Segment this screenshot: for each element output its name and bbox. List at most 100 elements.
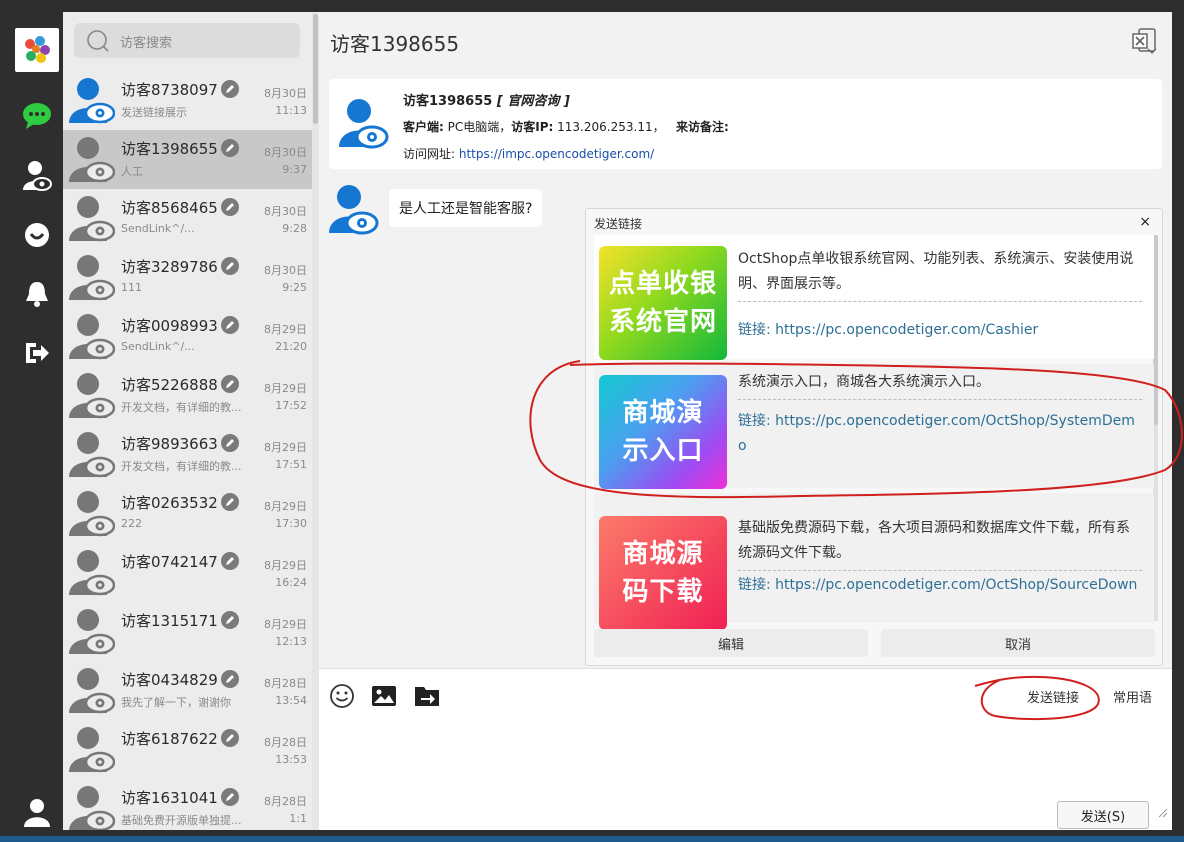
list-item[interactable]: 访客1631041 基础免费开源版单独提... 8月28日 1:1 [63,779,312,830]
thumbnail-line: 点单收银 [608,269,717,299]
edit-icon[interactable] [221,434,239,452]
conversation-preview: 我先了解一下，谢谢你 [121,696,231,709]
link-url-value[interactable]: https://pc.opencodetiger.com/OctShop/Sys… [738,413,1135,454]
link-url-value[interactable]: https://pc.opencodetiger.com/Cashier [775,322,1038,338]
list-item[interactable]: 访客1398655 人工 8月30日 9:37 [63,130,312,189]
conversation-time: 21:20 [275,340,307,353]
link-url[interactable]: 链接: https://pc.opencodetiger.com/OctShop… [738,409,1142,459]
client-label: 客户端: [403,120,444,134]
list-item[interactable]: 访客8568465 SendLink^/... 8月30日 9:28 [63,189,312,248]
edit-icon[interactable] [221,257,239,275]
conversation-name: 访客8568465 [121,199,218,217]
edit-icon[interactable] [221,80,239,98]
visitor-avatar [69,490,116,538]
common-phrases-button[interactable]: 常用语 [1113,687,1152,706]
conversation-preview: 基础免费开源版单独提... [121,814,242,827]
bell-icon[interactable] [19,276,55,312]
link-url-value[interactable]: https://pc.opencodetiger.com/OctShop/Sou… [775,577,1137,593]
visitor-name: 访客1398655 [403,94,493,109]
remark-label: 来访备注: [676,120,729,134]
list-item[interactable]: 访客0098993 SendLink^/... 8月29日 21:20 [63,307,312,366]
conversation-time: 17:30 [275,517,307,530]
visitor-info-card: 访客1398655 [ 官网咨询 ] 客户端: PC电脑端，访客IP: 113.… [329,79,1162,169]
list-item[interactable]: 访客8738097 发送链接展示 8月30日 11:13 [63,71,312,130]
cancel-button[interactable]: 取消 [881,629,1155,657]
list-item[interactable]: 访客1315171 8月29日 12:13 [63,602,312,661]
thumbnail-line: 示入口 [622,436,704,466]
visitor-avatar [69,726,116,774]
list-scrollbar[interactable] [312,12,319,830]
user-icon[interactable] [19,794,55,830]
send-link-button[interactable]: 发送链接 [1027,687,1079,706]
visitor-icon[interactable] [19,158,55,194]
conversation-date: 8月29日 [264,382,307,395]
chat-panel: 访客1398655 访客1398655 [ 官网咨询 ] 客户端: PC电脑端，… [319,12,1172,830]
conversation-time: 9:25 [282,281,307,294]
conversation-preview: SendLink^/... [121,222,195,235]
search-box[interactable]: 访客搜索 [74,23,300,58]
edit-icon[interactable] [221,375,239,393]
popup-title: 发送链接 [594,217,643,231]
link-description: OctShop点单收银系统官网、功能列表、系统演示、安装使用说明、界面展示等。 [738,247,1142,302]
file-send-icon[interactable] [414,683,440,709]
conversation-time: 13:53 [275,753,307,766]
link-url[interactable]: 链接: https://pc.opencodetiger.com/OctShop… [738,573,1142,598]
edit-icon[interactable] [221,493,239,511]
link-item[interactable]: 点单收银 系统官网 OctShop点单收银系统官网、功能列表、系统演示、安装使用说… [594,235,1154,360]
conversation-date: 8月29日 [264,618,307,631]
link-description: 基础版免费源码下载，各大项目源码和数据库文件下载，所有系统源码文件下载。 [738,516,1142,571]
conversation-date: 8月30日 [264,146,307,159]
conversation-time: 17:52 [275,399,307,412]
edit-icon[interactable] [221,552,239,570]
send-link-popup: 发送链接 × 点单收银 系统官网 OctShop点单收银系统官网、功能列表、系统演… [585,208,1163,666]
list-item[interactable]: 访客6187622 8月28日 13:53 [63,720,312,779]
edit-icon[interactable] [221,788,239,806]
list-item[interactable]: 访客5226888 开发文档，有详细的教... 8月29日 17:52 [63,366,312,425]
visitor-url-link[interactable]: https://impc.opencodetiger.com/ [459,147,654,161]
visitor-avatar [69,372,116,420]
link-thumbnail: 商城源 码下载 [599,516,727,630]
list-item[interactable]: 访客0434829 我先了解一下，谢谢你 8月28日 13:54 [63,661,312,720]
emoji-icon[interactable] [329,683,355,709]
chat-icon[interactable] [19,98,55,134]
visitor-avatar [339,97,389,151]
edit-icon[interactable] [221,316,239,334]
list-item[interactable]: 访客9893663 开发文档，有详细的教... 8月29日 17:51 [63,425,312,484]
taskbar-strip [0,836,1184,842]
composer[interactable]: 发送链接 常用语 发送(S) [319,669,1172,830]
conversation-time: 11:13 [275,104,307,117]
resize-handle-icon[interactable] [1158,803,1168,822]
list-item[interactable]: 访客3289786 111 8月30日 9:25 [63,248,312,307]
link-item[interactable]: 商城源 码下载 基础版免费源码下载，各大项目源码和数据库文件下载，所有系统源码文件… [594,493,1154,630]
close-icon[interactable]: × [1139,214,1151,230]
list-item[interactable]: 访客0742147 8月29日 16:24 [63,543,312,602]
edit-icon[interactable] [221,198,239,216]
conversation-name: 访客0098993 [121,317,218,335]
visitor-avatar [69,195,116,243]
image-icon[interactable] [371,683,397,709]
edit-icon[interactable] [221,670,239,688]
conversation-name: 访客1631041 [121,789,218,807]
export-excel-icon[interactable] [1131,27,1159,59]
link-item[interactable]: 商城演 示入口 系统演示入口，商城各大系统演示入口。 链接: https://pc… [594,364,1154,489]
conversation-time: 17:51 [275,458,307,471]
conversation-time: 1:1 [289,812,307,825]
conversation-date: 8月28日 [264,795,307,808]
visitor-source: [ 官网咨询 ] [496,94,570,109]
visitor-avatar [69,785,116,830]
search-input[interactable]: 访客搜索 [120,32,172,51]
link-description: 系统演示入口，商城各大系统演示入口。 [738,370,1142,400]
link-url-label: 链接: [738,322,771,338]
conversation-time: 9:37 [282,163,307,176]
list-item[interactable]: 访客0263532 222 8月29日 17:30 [63,484,312,543]
edit-icon[interactable] [221,611,239,629]
send-button[interactable]: 发送(S) [1057,801,1149,829]
list-scrollbar-thumb[interactable] [313,14,318,124]
link-url[interactable]: 链接: https://pc.opencodetiger.com/Cashier [738,318,1142,343]
robot-icon[interactable] [19,217,55,253]
edit-icon[interactable] [221,139,239,157]
edit-icon[interactable] [221,729,239,747]
conversation-name: 访客1398655 [121,140,218,158]
edit-button[interactable]: 编辑 [594,629,868,657]
logout-icon[interactable] [19,335,55,371]
